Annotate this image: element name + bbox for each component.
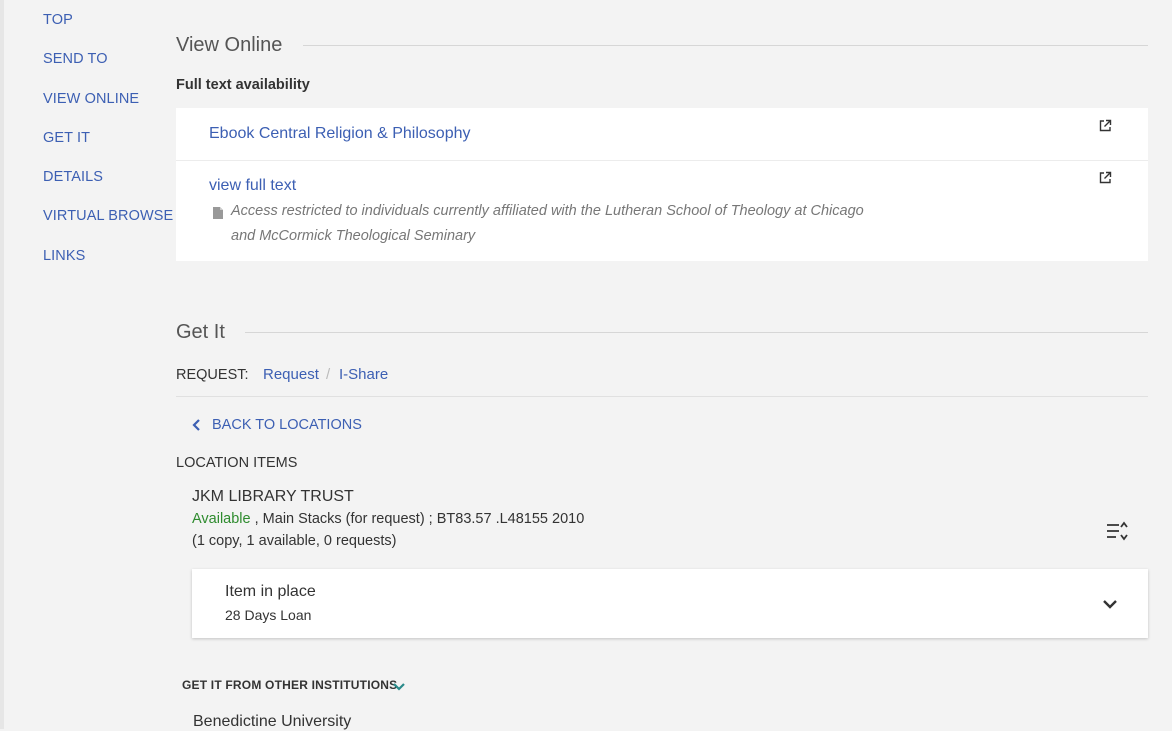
location-items-heading: LOCATION ITEMS <box>176 455 298 471</box>
request-separator: / <box>326 366 331 383</box>
request-link[interactable]: Request <box>263 366 319 383</box>
item-card[interactable]: Item in place 28 Days Loan <box>192 569 1148 638</box>
get-it-title: Get It <box>176 321 225 343</box>
services-card: Ebook Central Religion & Philosophy view… <box>176 108 1148 261</box>
full-text-heading: Full text availability <box>176 77 310 93</box>
service-row: view full text Access restricted to indi… <box>176 161 1148 261</box>
request-label: REQUEST: <box>176 367 249 383</box>
external-link-icon[interactable] <box>1098 171 1112 185</box>
left-edge-bar <box>0 0 4 729</box>
service-link-ebook-central[interactable]: Ebook Central Religion & Philosophy <box>209 125 470 143</box>
external-link-icon[interactable] <box>1098 119 1112 133</box>
nav-item-top[interactable]: TOP <box>43 12 73 28</box>
service-link-view-full-text[interactable]: view full text <box>209 177 296 195</box>
chevron-down-icon[interactable] <box>1102 596 1118 612</box>
nav-item-send-to[interactable]: SEND TO <box>43 51 108 67</box>
availability-status: Available <box>192 511 251 527</box>
sort-filter-icon[interactable] <box>1106 521 1130 543</box>
back-to-locations-label: BACK TO LOCATIONS <box>212 417 362 433</box>
ishare-link[interactable]: I-Share <box>339 366 388 383</box>
view-online-title: View Online <box>176 34 283 56</box>
nav-item-details[interactable]: DETAILS <box>43 169 103 185</box>
nav-item-links[interactable]: LINKS <box>43 248 85 264</box>
nav-item-get-it[interactable]: GET IT <box>43 130 90 146</box>
note-icon <box>213 207 223 219</box>
service-row: Ebook Central Religion & Philosophy <box>176 108 1148 160</box>
chevron-left-icon <box>192 419 200 431</box>
availability-line: Available , Main Stacks (for request) ; … <box>192 511 584 527</box>
item-status: Item in place <box>225 583 316 600</box>
item-loan-policy: 28 Days Loan <box>225 607 312 623</box>
copies-summary: (1 copy, 1 available, 0 requests) <box>192 533 397 549</box>
chevron-down-icon[interactable] <box>392 680 406 694</box>
nav-item-view-online[interactable]: VIEW ONLINE <box>43 91 139 107</box>
request-divider <box>176 396 1148 397</box>
institution-name[interactable]: Benedictine University <box>193 713 351 731</box>
access-note: Access restricted to individuals current… <box>231 203 864 244</box>
section-divider <box>303 45 1148 46</box>
section-divider <box>245 332 1148 333</box>
nav-item-virtual-browse[interactable]: VIRTUAL BROWSE <box>43 208 173 224</box>
library-name: JKM LIBRARY TRUST <box>192 488 354 505</box>
other-institutions-toggle[interactable]: GET IT FROM OTHER INSTITUTIONS <box>182 678 397 692</box>
location-details: , Main Stacks (for request) ; BT83.57 .L… <box>254 511 585 527</box>
